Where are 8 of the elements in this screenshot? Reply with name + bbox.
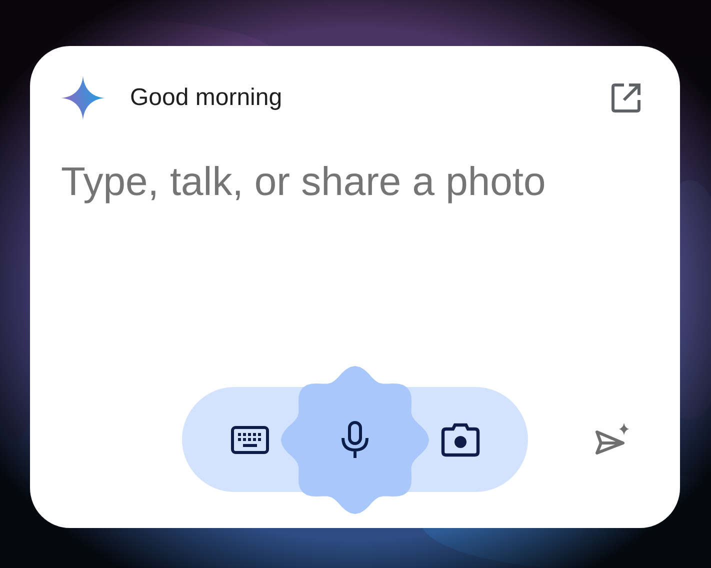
open-external-icon[interactable] <box>610 82 642 114</box>
camera-icon[interactable] <box>441 422 480 456</box>
sparkle-icon <box>61 76 105 120</box>
keyboard-icon[interactable] <box>231 426 269 454</box>
prompt-field[interactable]: Type, talk, or share a photo <box>61 154 649 210</box>
send-icon[interactable] <box>594 422 630 458</box>
microphone-icon <box>341 420 369 458</box>
greeting-text: Good morning <box>130 83 282 113</box>
